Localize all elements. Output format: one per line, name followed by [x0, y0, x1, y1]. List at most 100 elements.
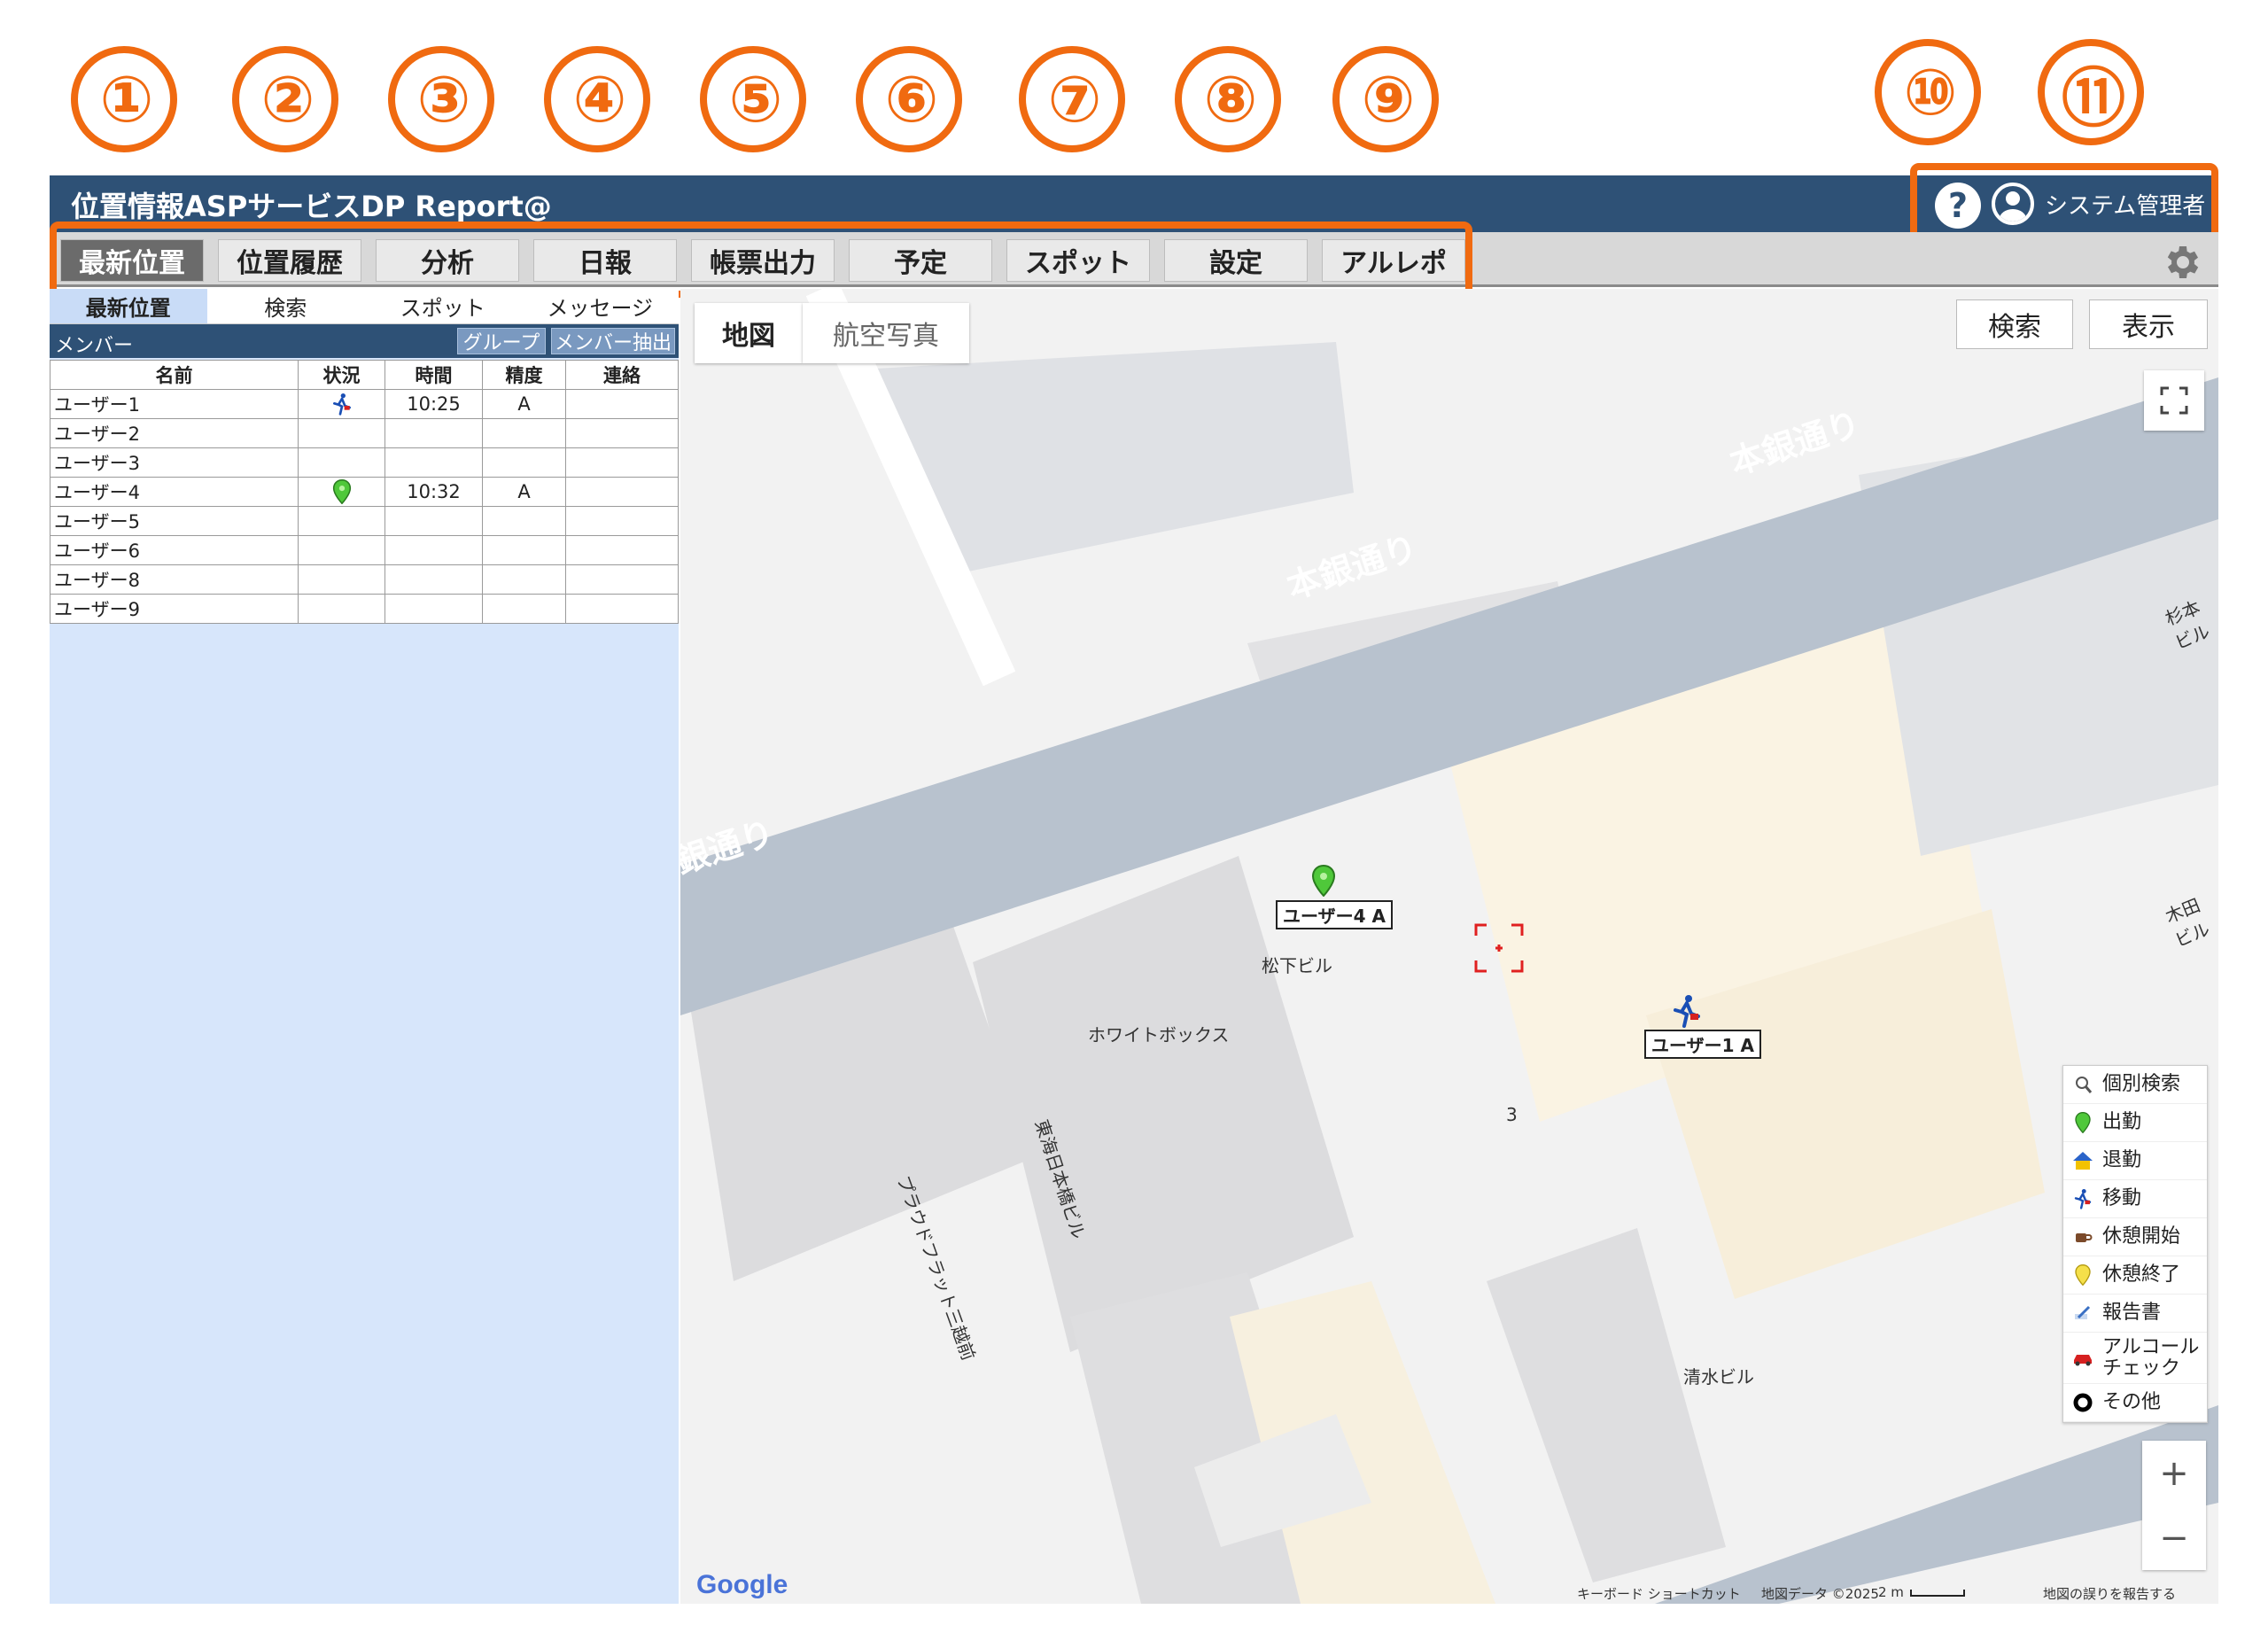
row-name: ユーザー1 — [50, 389, 299, 419]
legend-label: 移動 — [2102, 1187, 2142, 1209]
annotation-6: ⑥ — [856, 46, 962, 152]
zoom-in-button[interactable]: + — [2142, 1441, 2206, 1505]
row-contact — [565, 477, 679, 507]
walker-icon — [332, 393, 351, 416]
member-extract-button[interactable]: メンバー抽出 — [551, 328, 675, 354]
legend-label: 休憩開始 — [2102, 1225, 2181, 1248]
table-row[interactable]: ユーザー9 — [50, 594, 679, 624]
row-contact — [565, 389, 679, 419]
keyboard-shortcuts-link[interactable]: キーボード ショートカット — [1577, 1584, 1741, 1603]
house-icon — [2072, 1150, 2093, 1171]
row-accuracy — [482, 506, 566, 536]
legend-label: その他 — [2102, 1391, 2162, 1413]
row-time — [384, 506, 483, 536]
place-label: 松下ビル — [1262, 955, 1332, 976]
row-status — [298, 564, 385, 595]
legend-item: その他 — [2063, 1384, 2207, 1422]
col-status[interactable]: 状況 — [298, 360, 385, 390]
member-bar: メンバー グループ メンバー抽出 — [50, 324, 679, 358]
row-contact — [565, 447, 679, 478]
table-row[interactable]: ユーザー3 — [50, 447, 679, 478]
row-time: 10:32 — [384, 477, 483, 507]
annotation-1: ① — [71, 46, 177, 152]
tab-map[interactable]: 地図 — [695, 303, 803, 363]
row-contact — [565, 535, 679, 565]
green-pin-icon — [2072, 1112, 2093, 1133]
group-button[interactable]: グループ — [457, 328, 546, 354]
legend-item: 出勤 — [2063, 1104, 2207, 1142]
row-status — [298, 389, 385, 419]
table-row[interactable]: ユーザー2 — [50, 418, 679, 448]
annotation-9: ⑨ — [1332, 46, 1439, 152]
map-footer: キーボード ショートカット 地図データ ©2025 2 m 地図の誤りを報告する — [680, 1579, 2218, 1604]
table-row[interactable]: ユーザー5 — [50, 506, 679, 536]
table-row[interactable]: ユーザー1 10:25 A — [50, 389, 679, 419]
left-panel: 最新位置 検索 スポット メッセージ メンバー グループ メンバー抽出 名前 状… — [50, 289, 679, 1604]
map-scale[interactable]: 2 m — [1878, 1584, 1904, 1600]
map-search-button[interactable]: 検索 — [1956, 299, 2073, 349]
legend-label: 報告書 — [2102, 1302, 2162, 1324]
gear-icon[interactable] — [2160, 241, 2202, 284]
row-accuracy — [482, 564, 566, 595]
table-row[interactable]: ユーザー6 — [50, 535, 679, 565]
row-status — [298, 477, 385, 507]
annotation-11: ⑪ — [2038, 39, 2144, 145]
center-crosshair-icon — [1474, 923, 1524, 973]
subtab-search[interactable]: 検索 — [206, 289, 364, 324]
col-time[interactable]: 時間 — [384, 360, 483, 390]
yellow-pin-icon — [2072, 1264, 2093, 1286]
user-marker[interactable]: ユーザー1 A — [1644, 1030, 1761, 1059]
map-scale-bar — [1910, 1590, 1965, 1597]
row-contact — [565, 418, 679, 448]
row-name: ユーザー2 — [50, 418, 299, 448]
annotation-7: ⑦ — [1019, 46, 1125, 152]
green-pin-icon[interactable] — [1311, 865, 1336, 897]
fullscreen-icon[interactable] — [2144, 370, 2204, 431]
subtab-latest[interactable]: 最新位置 — [50, 289, 207, 324]
legend-item: 退勤 — [2063, 1142, 2207, 1180]
row-time: 10:25 — [384, 389, 483, 419]
legend-item: 休憩開始 — [2063, 1218, 2207, 1256]
col-accuracy[interactable]: 精度 — [482, 360, 566, 390]
row-name: ユーザー3 — [50, 447, 299, 478]
legend-item: 個別検索 — [2063, 1066, 2207, 1104]
map-canvas[interactable]: 本銀通り 本銀通り 銀通り — [680, 289, 2218, 1604]
app-window: 位置情報ASPサービスDP Report@ ? システム管理者 最新位置 位置履… — [50, 163, 2218, 1604]
legend-label: 個別検索 — [2102, 1073, 2181, 1095]
coffee-icon — [2072, 1226, 2093, 1248]
row-time — [384, 535, 483, 565]
app-title: 位置情報ASPサービスDP Report@ — [71, 190, 552, 223]
map-display-button[interactable]: 表示 — [2089, 299, 2208, 349]
walker-icon[interactable] — [1671, 994, 1703, 1028]
car-icon — [2072, 1348, 2093, 1369]
row-accuracy — [482, 594, 566, 624]
annotation-4: ④ — [544, 46, 650, 152]
annotation-8: ⑧ — [1175, 46, 1281, 152]
tab-aerial[interactable]: 航空写真 — [803, 303, 969, 363]
table-row[interactable]: ユーザー8 — [50, 564, 679, 595]
row-accuracy: A — [482, 389, 566, 419]
sub-tabs: 最新位置 検索 スポット メッセージ — [50, 289, 679, 324]
table-row[interactable]: ユーザー4 10:32 A — [50, 477, 679, 507]
legend-label: 休憩終了 — [2102, 1263, 2181, 1286]
legend-item: 報告書 — [2063, 1295, 2207, 1333]
subtab-spot[interactable]: スポット — [364, 289, 522, 324]
map[interactable]: 本銀通り 本銀通り 銀通り 地図 航空写真 検索 表示 松下ビル ホワイトボック… — [680, 289, 2218, 1604]
row-status — [298, 535, 385, 565]
col-name[interactable]: 名前 — [50, 360, 299, 390]
row-time — [384, 564, 483, 595]
row-accuracy — [482, 447, 566, 478]
row-name: ユーザー5 — [50, 506, 299, 536]
pencil-icon — [2072, 1302, 2093, 1324]
col-contact[interactable]: 連絡 — [565, 360, 679, 390]
legend-item: アルコールチェック — [2063, 1333, 2207, 1384]
user-marker[interactable]: ユーザー4 A — [1276, 900, 1393, 929]
row-name: ユーザー6 — [50, 535, 299, 565]
zoom-out-button[interactable]: − — [2142, 1505, 2206, 1570]
subtab-message[interactable]: メッセージ — [521, 289, 679, 324]
row-accuracy — [482, 535, 566, 565]
map-data-credit: 地図データ ©2025 — [1761, 1586, 1879, 1602]
annotation-highlight-menu — [50, 222, 1472, 298]
table-header: 名前 状況 時間 精度 連絡 — [50, 360, 679, 390]
report-map-error-link[interactable]: 地図の誤りを報告する — [2043, 1584, 2176, 1603]
